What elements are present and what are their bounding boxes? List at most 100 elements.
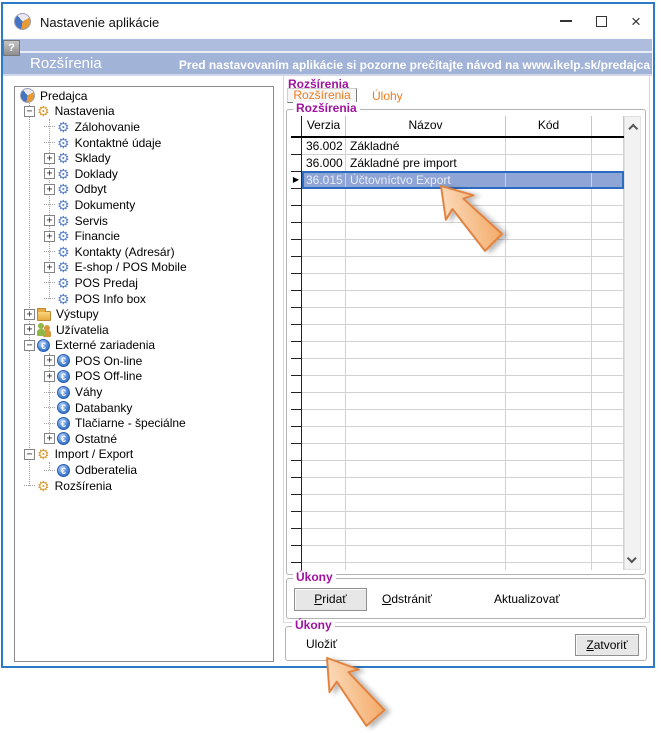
row-selector-cell[interactable]: ▶ xyxy=(291,172,302,189)
cell-kod[interactable] xyxy=(506,427,592,444)
cell-verzia[interactable] xyxy=(302,478,346,495)
update-button[interactable]: Aktualizovať xyxy=(494,592,560,606)
table-row[interactable] xyxy=(291,376,624,393)
cell-extra[interactable] xyxy=(592,546,624,563)
expand-icon[interactable]: + xyxy=(44,371,55,382)
scroll-up-button[interactable] xyxy=(625,118,640,134)
help-button[interactable]: ? xyxy=(3,40,20,56)
scroll-down-button[interactable] xyxy=(625,552,640,568)
cell-kod[interactable] xyxy=(506,529,592,546)
cell-extra[interactable] xyxy=(592,478,624,495)
table-row[interactable] xyxy=(291,512,624,529)
cell-nazov[interactable]: Účtovníctvo Export xyxy=(346,172,506,189)
tree-item-roz-renia[interactable]: ⚙Rozšírenia xyxy=(15,478,273,494)
collapse-icon[interactable]: − xyxy=(24,449,35,460)
cell-extra[interactable] xyxy=(592,529,624,546)
cell-kod[interactable] xyxy=(506,359,592,376)
table-row[interactable] xyxy=(291,291,624,308)
cell-nazov[interactable] xyxy=(346,342,506,359)
table-row[interactable] xyxy=(291,393,624,410)
expand-icon[interactable]: + xyxy=(44,184,55,195)
expand-icon[interactable]: + xyxy=(44,231,55,242)
cell-nazov[interactable] xyxy=(346,257,506,274)
table-row[interactable] xyxy=(291,478,624,495)
cell-nazov[interactable] xyxy=(346,410,506,427)
column-header-kod[interactable]: Kód xyxy=(506,116,592,136)
save-button[interactable]: Uložiť xyxy=(306,637,337,651)
column-header-extra[interactable] xyxy=(592,116,624,136)
cell-nazov[interactable]: Základné pre import xyxy=(346,155,506,172)
table-row[interactable] xyxy=(291,427,624,444)
cell-kod[interactable] xyxy=(506,563,592,570)
table-row[interactable] xyxy=(291,410,624,427)
cell-nazov[interactable] xyxy=(346,308,506,325)
cell-kod[interactable] xyxy=(506,461,592,478)
cell-kod[interactable] xyxy=(506,206,592,223)
cell-extra[interactable] xyxy=(592,138,624,155)
tree-item-pos-predaj[interactable]: ⚙POS Predaj xyxy=(15,275,273,291)
cell-nazov[interactable] xyxy=(346,393,506,410)
tree-item-predajca[interactable]: Predajca xyxy=(15,88,273,104)
table-row[interactable] xyxy=(291,546,624,563)
remove-button[interactable]: Odstrániť xyxy=(382,592,432,606)
cell-kod[interactable] xyxy=(506,495,592,512)
cell-kod[interactable] xyxy=(506,257,592,274)
cell-verzia[interactable] xyxy=(302,393,346,410)
cell-kod[interactable] xyxy=(506,223,592,240)
expand-icon[interactable]: + xyxy=(44,168,55,179)
cell-extra[interactable] xyxy=(592,240,624,257)
cell-verzia[interactable] xyxy=(302,189,346,206)
tree-item-u-vatelia[interactable]: +Užívatelia xyxy=(15,322,273,338)
cell-kod[interactable] xyxy=(506,393,592,410)
tree-item-kontaktn-daje[interactable]: ⚙Kontaktné údaje xyxy=(15,135,273,151)
cell-verzia[interactable] xyxy=(302,291,346,308)
cell-verzia[interactable] xyxy=(302,512,346,529)
cell-kod[interactable] xyxy=(506,546,592,563)
table-row[interactable] xyxy=(291,206,624,223)
row-selector-cell[interactable] xyxy=(291,546,302,563)
row-selector-cell[interactable] xyxy=(291,240,302,257)
cell-kod[interactable] xyxy=(506,138,592,155)
minimize-button[interactable] xyxy=(551,8,581,34)
tree-item-doklady[interactable]: +⚙Doklady xyxy=(15,166,273,182)
cell-kod[interactable] xyxy=(506,376,592,393)
expand-icon[interactable]: + xyxy=(44,262,55,273)
cell-verzia[interactable] xyxy=(302,546,346,563)
tab-ulohy[interactable]: Úlohy xyxy=(372,89,403,103)
cell-verzia[interactable] xyxy=(302,274,346,291)
tree-item-nastavenia[interactable]: −⚙Nastavenia xyxy=(15,104,273,120)
cell-kod[interactable] xyxy=(506,172,592,189)
row-selector-cell[interactable] xyxy=(291,325,302,342)
row-selector-cell[interactable] xyxy=(291,512,302,529)
table-row[interactable] xyxy=(291,274,624,291)
expand-icon[interactable]: + xyxy=(44,215,55,226)
cell-nazov[interactable] xyxy=(346,512,506,529)
cell-nazov[interactable]: Základné xyxy=(346,138,506,155)
cell-extra[interactable] xyxy=(592,155,624,172)
cell-extra[interactable] xyxy=(592,563,624,570)
cell-extra[interactable] xyxy=(592,206,624,223)
cell-extra[interactable] xyxy=(592,172,624,189)
cell-verzia[interactable] xyxy=(302,495,346,512)
cell-verzia[interactable] xyxy=(302,529,346,546)
cell-extra[interactable] xyxy=(592,512,624,529)
tree-item-v-hy[interactable]: €Váhy xyxy=(15,384,273,400)
add-button[interactable]: Pridať xyxy=(294,588,367,611)
cell-nazov[interactable] xyxy=(346,376,506,393)
tree-item-kontakty-adres-r[interactable]: ⚙Kontakty (Adresár) xyxy=(15,244,273,260)
cell-extra[interactable] xyxy=(592,444,624,461)
table-row[interactable] xyxy=(291,189,624,206)
cell-nazov[interactable] xyxy=(346,359,506,376)
tree-item-odbyt[interactable]: +⚙Odbyt xyxy=(15,182,273,198)
cell-kod[interactable] xyxy=(506,410,592,427)
row-selector-cell[interactable] xyxy=(291,189,302,206)
cell-extra[interactable] xyxy=(592,189,624,206)
cell-verzia[interactable] xyxy=(302,206,346,223)
collapse-icon[interactable]: − xyxy=(24,106,35,117)
cell-kod[interactable] xyxy=(506,325,592,342)
tree-item-z-lohovanie[interactable]: ⚙Zálohovanie xyxy=(15,119,273,135)
cell-verzia[interactable] xyxy=(302,461,346,478)
cell-nazov[interactable] xyxy=(346,325,506,342)
row-selector-cell[interactable] xyxy=(291,529,302,546)
cell-extra[interactable] xyxy=(592,359,624,376)
